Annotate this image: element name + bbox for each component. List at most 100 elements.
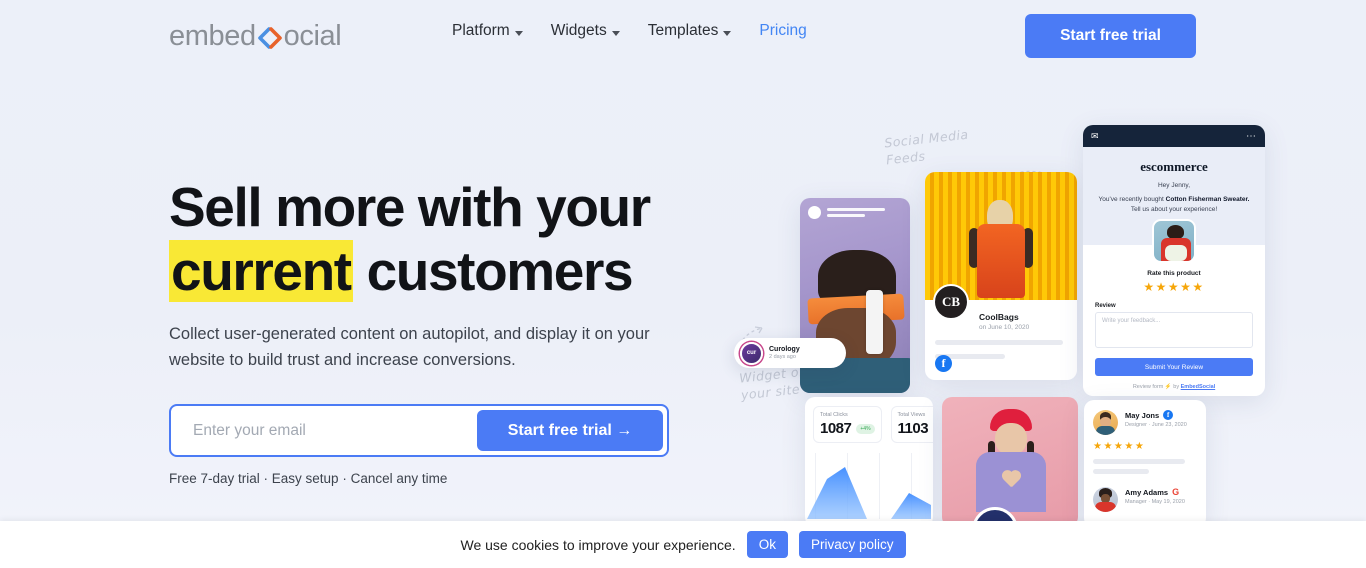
- list-item[interactable]: Amy Adams G Manager · May 19, 2020: [1093, 487, 1197, 512]
- stat-total-views: Total Views 1103 +4%: [890, 406, 933, 443]
- chevron-down-icon: [611, 30, 620, 36]
- post-photo: [925, 172, 1077, 300]
- email-titlebar: ✉ ⋯: [1083, 125, 1265, 147]
- submit-review-button[interactable]: Submit Your Review: [1095, 358, 1253, 376]
- embedsocial-link[interactable]: EmbedSocial: [1181, 384, 1216, 390]
- post-author: CoolBags: [979, 312, 1019, 322]
- logo-text-embed: embed: [169, 20, 256, 52]
- reviewer-meta: Designer · June 23, 2020: [1125, 422, 1187, 428]
- reviewer-meta: Manager · May 19, 2020: [1125, 499, 1185, 505]
- photo-head: [995, 423, 1027, 455]
- ellipsis-icon: ⋯: [1246, 130, 1257, 142]
- cookie-ok-button[interactable]: Ok: [746, 531, 788, 558]
- product-thumbnail: [1152, 219, 1196, 263]
- name-placeholder: [827, 208, 885, 217]
- list-item[interactable]: May Jons f Designer · June 23, 2020: [1093, 410, 1197, 435]
- site-header: embed ocial Platform Widgets Templates P…: [0, 0, 1366, 72]
- footer-prefix: Review form: [1132, 384, 1165, 390]
- email-input[interactable]: [175, 410, 477, 451]
- stat-label: Total Clicks: [820, 412, 848, 418]
- avatar: [808, 206, 821, 219]
- photo-heart-hands: [1001, 471, 1021, 489]
- stat-value: 1087: [820, 420, 852, 437]
- review-email-card[interactable]: ✉ ⋯ escommerce Hey Jenny, You've recentl…: [1083, 125, 1265, 396]
- main-navigation: Platform Widgets Templates Pricing: [452, 22, 807, 40]
- photo-backpack: [977, 224, 1025, 298]
- trial-microcopy: Free 7-day trial · Easy setup · Cancel a…: [169, 471, 448, 486]
- reviewer-name-row: Amy Adams G: [1125, 487, 1185, 497]
- ask-suffix: Tell us about your experience!: [1130, 206, 1218, 213]
- nav-item-pricing[interactable]: Pricing: [759, 22, 806, 40]
- facebook-icon: f: [935, 355, 952, 372]
- bolt-icon: ⚡: [1164, 384, 1172, 390]
- star-rating: ★★★★★: [1093, 441, 1146, 452]
- story-notification-pill[interactable]: cur Curology 2 days ago: [734, 338, 846, 368]
- privacy-policy-button[interactable]: Privacy policy: [798, 531, 906, 558]
- nav-label: Platform: [452, 22, 510, 39]
- footer-mid: by: [1171, 384, 1181, 390]
- facebook-icon: f: [1163, 410, 1174, 420]
- rate-label: Rate this product: [1147, 270, 1201, 277]
- logo[interactable]: embed ocial: [169, 20, 342, 53]
- nav-item-platform[interactable]: Platform: [452, 22, 523, 40]
- area-chart: [805, 453, 933, 519]
- start-free-trial-button[interactable]: Start free trial: [1025, 14, 1196, 58]
- email-footer: Review form ⚡ by EmbedSocial: [1083, 384, 1265, 390]
- landing-page: embed ocial Platform Widgets Templates P…: [0, 0, 1366, 568]
- avatar: [1093, 410, 1118, 435]
- avatar: cur: [740, 341, 763, 365]
- hero-subheadline: Collect user-generated content on autopi…: [169, 325, 650, 369]
- signup-form: Start free trial →: [169, 404, 669, 457]
- ask-product: Cotton Fisherman Sweater.: [1165, 196, 1250, 203]
- nav-label: Templates: [647, 22, 719, 39]
- google-icon: G: [1172, 487, 1180, 497]
- headline-highlight: current: [169, 240, 353, 302]
- reviewer-name: Amy Adams: [1125, 487, 1169, 497]
- email-body: escommerce Hey Jenny, You've recently bo…: [1083, 147, 1265, 390]
- chevron-down-icon: [514, 30, 523, 36]
- ugc-photo-card[interactable]: [942, 397, 1078, 527]
- photo-product-bottle: [866, 290, 883, 354]
- analytics-card[interactable]: Total Clicks 1087 +4% Total Views 1103 +…: [805, 397, 933, 527]
- email-greeting: Hey Jenny,: [1157, 182, 1191, 189]
- code-chevron-icon: [257, 26, 283, 49]
- reviewer-name-row: May Jons f: [1125, 410, 1187, 420]
- logo-text-ocial: ocial: [283, 20, 342, 52]
- cookie-banner: We use cookies to improve your experienc…: [0, 521, 1366, 568]
- nav-item-widgets[interactable]: Widgets: [551, 22, 620, 40]
- story-name: Curology: [769, 346, 800, 353]
- stat-total-clicks: Total Clicks 1087 +4%: [813, 406, 882, 443]
- star-rating[interactable]: ★★★★★: [1083, 280, 1265, 294]
- status-badge: +4%: [856, 423, 875, 434]
- post-date: on June 10, 2020: [979, 324, 1030, 331]
- text-placeholder: [935, 340, 1063, 345]
- headline-part-2: customers: [352, 240, 634, 302]
- stat-label: Total Views: [897, 412, 926, 418]
- review-textarea[interactable]: Write your feedback...: [1095, 312, 1253, 348]
- cookie-message: We use cookies to improve your experienc…: [460, 536, 736, 553]
- chevron-down-icon: [723, 30, 732, 36]
- hero-collage: Social Media Feeds Widget on your site c…: [720, 110, 1366, 530]
- avatar: CB: [933, 284, 969, 320]
- coolbags-post-card[interactable]: CB CoolBags on June 10, 2020 f: [925, 172, 1077, 380]
- nav-item-templates[interactable]: Templates: [648, 22, 732, 40]
- text-placeholder: [1093, 459, 1185, 464]
- hero-start-free-trial-button[interactable]: Start free trial →: [477, 410, 663, 451]
- story-header: [808, 206, 885, 219]
- annotation-social-media-feeds: Social Media Feeds: [883, 126, 970, 168]
- hero-content: Sell more with your current customers Co…: [169, 175, 709, 486]
- avatar: [1093, 487, 1118, 512]
- review-field-label: Review: [1095, 303, 1116, 309]
- story-timestamp: 2 days ago: [769, 354, 796, 360]
- headline-part-1: Sell more with your: [169, 176, 651, 238]
- reviews-list-card[interactable]: May Jons f Designer · June 23, 2020 ★★★★…: [1084, 400, 1206, 528]
- email-ask: You've recently bought Cotton Fisherman …: [1095, 195, 1253, 215]
- reviewer-name: May Jons: [1125, 410, 1160, 420]
- ask-prefix: You've recently bought: [1098, 196, 1166, 203]
- email-brand: escommerce: [1140, 159, 1208, 174]
- nav-label: Pricing: [759, 22, 807, 39]
- stat-value: 1103: [897, 420, 929, 437]
- text-placeholder: [1093, 469, 1149, 474]
- page-title: Sell more with your current customers: [169, 175, 709, 303]
- post-meta: CB CoolBags on June 10, 2020: [925, 284, 1077, 331]
